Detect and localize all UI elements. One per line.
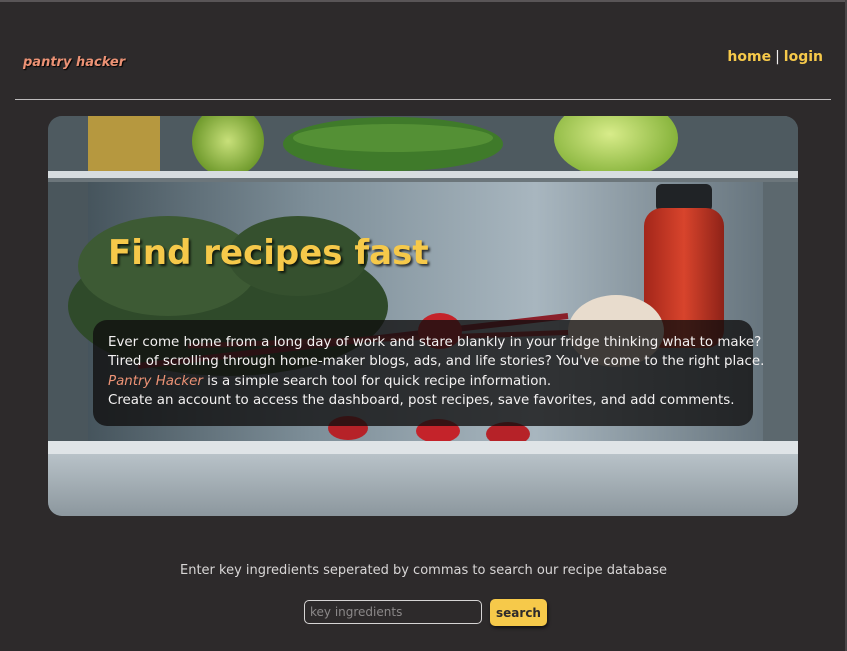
window-top-border: [0, 0, 847, 2]
header-divider: [15, 99, 831, 100]
hero-title: Find recipes fast: [108, 233, 429, 273]
hero-line-1: Ever come home from a long day of work a…: [108, 335, 762, 350]
nav-login-link[interactable]: login: [784, 49, 823, 65]
hero-line-2: Tired of scrolling through home-maker bl…: [108, 354, 765, 370]
top-nav: home | login: [727, 49, 823, 65]
fridge-photo: [48, 116, 798, 516]
brand-mention: Pantry Hacker: [108, 373, 203, 389]
hero-line-3: Pantry Hacker is a simple search tool fo…: [108, 372, 798, 391]
nav-home-link[interactable]: home: [727, 49, 771, 65]
brand-line-rest: is a simple search tool for quick recipe…: [202, 373, 552, 389]
hero-line-4: Create an account to access the dashboar…: [108, 392, 735, 408]
search-button[interactable]: search: [490, 599, 547, 626]
ingredients-search-input[interactable]: [304, 600, 482, 624]
search-prompt: Enter key ingredients seperated by comma…: [179, 563, 667, 578]
brand-logo[interactable]: pantry hacker: [23, 55, 125, 70]
hero-description: Ever come home from a long day of work a…: [108, 333, 798, 410]
hero-banner: Find recipes fast Ever come home from a …: [48, 116, 798, 516]
nav-separator: |: [775, 49, 780, 65]
